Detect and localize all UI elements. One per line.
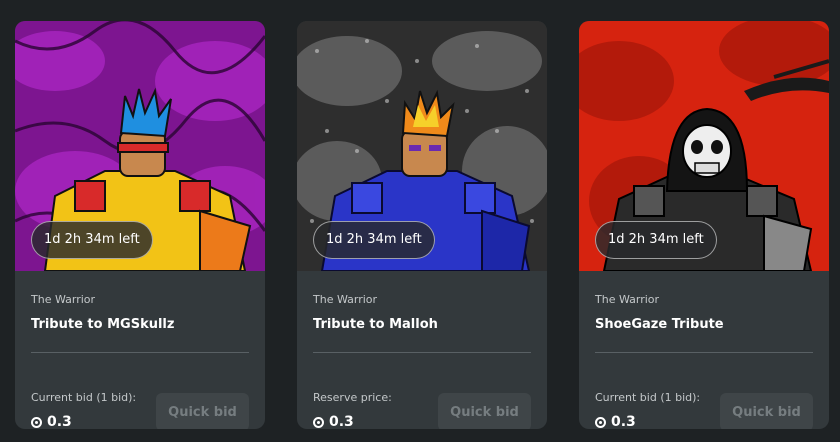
time-remaining-badge: 1d 2h 34m left xyxy=(313,221,435,259)
time-remaining-badge: 1d 2h 34m left xyxy=(31,221,153,259)
tezos-currency-icon xyxy=(31,416,42,428)
collection-name[interactable]: The Warrior xyxy=(313,293,377,306)
bid-label: Reserve price: xyxy=(313,391,392,404)
divider xyxy=(595,352,813,353)
bid-value: 0.3 xyxy=(329,414,354,429)
bid-label: Current bid (1 bid): xyxy=(31,391,137,404)
nft-title[interactable]: Tribute to MGSkullz xyxy=(31,317,174,332)
quick-bid-button[interactable]: Quick bid xyxy=(720,393,813,429)
card-info: The Warrior Tribute to MGSkullz Current … xyxy=(15,271,265,429)
nft-title[interactable]: Tribute to Malloh xyxy=(313,317,438,332)
bid-label: Current bid (1 bid): xyxy=(595,391,701,404)
divider xyxy=(31,352,249,353)
nft-card[interactable]: 1d 2h 34m left The Warrior ShoeGaze Trib… xyxy=(579,21,829,429)
tezos-currency-icon xyxy=(595,416,606,428)
time-remaining-badge: 1d 2h 34m left xyxy=(595,221,717,259)
nft-title[interactable]: ShoeGaze Tribute xyxy=(595,317,724,332)
collection-name[interactable]: The Warrior xyxy=(595,293,659,306)
tezos-currency-icon xyxy=(313,416,324,428)
nft-card[interactable]: 1d 2h 34m left The Warrior Tribute to Ma… xyxy=(297,21,547,429)
bid-value: 0.3 xyxy=(611,414,636,429)
card-info: The Warrior ShoeGaze Tribute Current bid… xyxy=(579,271,829,429)
bid-amount: 0.3 xyxy=(31,414,72,429)
bid-amount: 0.3 xyxy=(313,414,354,429)
card-info: The Warrior Tribute to Malloh Reserve pr… xyxy=(297,271,547,429)
nft-card[interactable]: 1d 2h 34m left The Warrior Tribute to MG… xyxy=(15,21,265,429)
quick-bid-button[interactable]: Quick bid xyxy=(156,393,249,429)
divider xyxy=(313,352,531,353)
bid-amount: 0.3 xyxy=(595,414,636,429)
bid-value: 0.3 xyxy=(47,414,72,429)
quick-bid-button[interactable]: Quick bid xyxy=(438,393,531,429)
collection-name[interactable]: The Warrior xyxy=(31,293,95,306)
